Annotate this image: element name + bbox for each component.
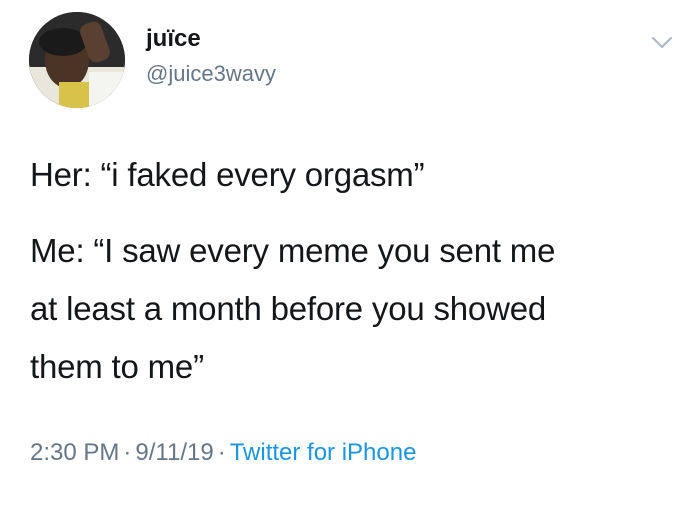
avatar[interactable]: [29, 12, 125, 108]
display-name[interactable]: juïce: [146, 24, 201, 54]
user-handle[interactable]: @juice3wavy: [146, 60, 276, 88]
chevron-down-icon[interactable]: [651, 36, 673, 50]
meta-separator: ·: [217, 439, 226, 466]
tweet-text-line: them to me”: [30, 348, 204, 385]
tweet-card: juïce @juice3wavy Her: “i faked every or…: [0, 0, 700, 523]
meta-separator: ·: [123, 439, 132, 466]
tweet-source-link[interactable]: Twitter for iPhone: [230, 439, 417, 466]
tweet-text-line: Her: “i faked every orgasm”: [30, 156, 425, 193]
tweet-date[interactable]: 9/11/19: [135, 439, 213, 466]
tweet-time[interactable]: 2:30 PM: [30, 439, 119, 466]
tweet-meta: 2:30 PM · 9/11/19 · Twitter for iPhone: [30, 436, 416, 470]
tweet-text-line: at least a month before you showed: [30, 290, 547, 327]
avatar-photo-icon: [29, 12, 125, 108]
tweet-text-line: Me: “I saw every meme you sent me: [30, 232, 556, 269]
